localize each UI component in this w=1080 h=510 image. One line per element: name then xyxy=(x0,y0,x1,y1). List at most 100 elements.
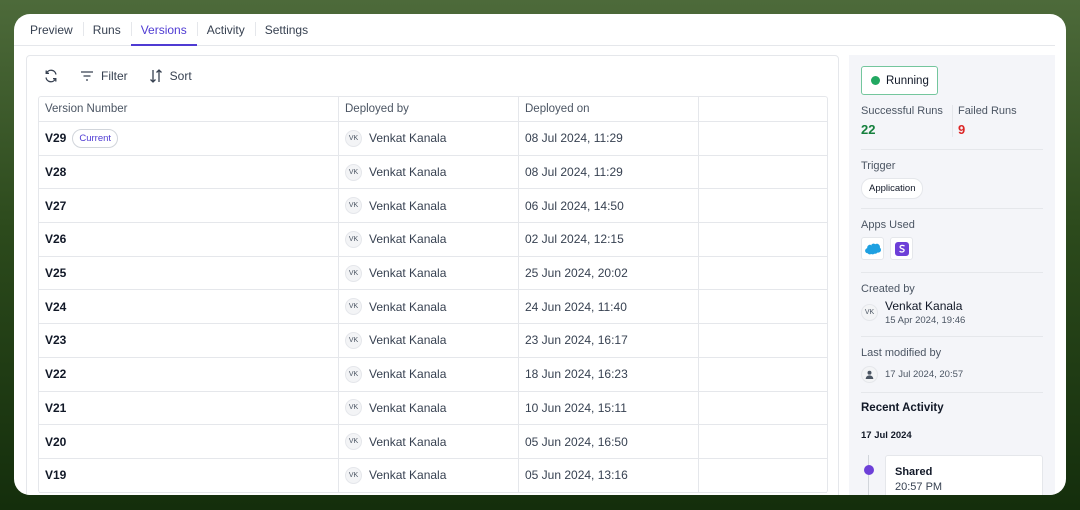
column-header-empty xyxy=(699,97,827,121)
avatar: VK xyxy=(345,433,362,451)
deployed-on-cell: 08 Jul 2024, 11:29 xyxy=(519,122,699,155)
activity-event-card[interactable]: Shared 20:57 PM xyxy=(885,455,1043,495)
actions-cell xyxy=(699,290,827,323)
deployed-on-cell: 02 Jul 2024, 12:15 xyxy=(519,223,699,256)
deployed-by-cell: VK Venkat Kanala xyxy=(339,223,519,256)
s-app[interactable] xyxy=(890,237,913,260)
running-status-icon xyxy=(871,76,880,85)
version-number: V29 xyxy=(45,131,67,146)
tab-versions[interactable]: Versions xyxy=(130,14,197,46)
user-icon xyxy=(865,370,874,379)
version-number: V21 xyxy=(45,400,67,415)
deployed-by-name: Venkat Kanala xyxy=(369,165,447,180)
version-cell: V25 xyxy=(39,256,339,290)
actions-cell xyxy=(699,358,827,391)
version-cell: V26 xyxy=(39,223,339,256)
successful-runs-count: 22 xyxy=(861,122,876,137)
runs-summary: Successful Runs 22 Failed Runs 9 xyxy=(861,105,1043,137)
version-number: V28 xyxy=(45,165,67,180)
deployed-by-cell: VK Venkat Kanala xyxy=(339,324,519,357)
table-row[interactable]: V23 VK Venkat Kanala 23 Jun 2024, 16:17 xyxy=(39,324,827,358)
versions-table: Version Number Deployed by Deployed on V… xyxy=(38,96,828,493)
deployed-on-date: 06 Jul 2024, 14:50 xyxy=(525,198,624,213)
actions-cell xyxy=(699,156,827,189)
avatar: VK xyxy=(345,163,362,181)
tab-preview[interactable]: Preview xyxy=(20,14,83,45)
timeline-line xyxy=(868,455,869,495)
version-cell: V27 xyxy=(39,189,339,223)
avatar: VK xyxy=(345,331,362,349)
version-cell: V21 xyxy=(39,391,339,425)
deployed-on-cell: 24 Jun 2024, 11:40 xyxy=(519,290,699,324)
avatar: VK xyxy=(345,129,362,147)
trigger-label: Trigger xyxy=(861,160,896,172)
tab-settings[interactable]: Settings xyxy=(254,14,318,45)
deployed-on-date: 23 Jun 2024, 16:17 xyxy=(525,333,628,348)
deployed-by-name: Venkat Kanala xyxy=(369,131,447,146)
actions-cell xyxy=(699,392,827,425)
avatar: VK xyxy=(345,466,362,484)
table-row[interactable]: V21 VK Venkat Kanala 10 Jun 2024, 15:11 xyxy=(39,391,827,426)
last-modified-section: Last modified by 17 Jul 2024, 20:57 xyxy=(861,347,1043,383)
divider xyxy=(861,336,1043,337)
table-row[interactable]: V29 Current VK Venkat Kanala 08 Jul 2024,… xyxy=(39,122,827,156)
table-row[interactable]: V22 VK Venkat Kanala 18 Jun 2024, 16:23 xyxy=(39,357,827,392)
deployed-on-cell: 18 Jun 2024, 16:23 xyxy=(519,357,699,391)
table-row[interactable]: V24 VK Venkat Kanala 24 Jun 2024, 11:40 xyxy=(39,290,827,325)
deployed-on-date: 05 Jun 2024, 13:16 xyxy=(525,468,628,483)
table-row[interactable]: V28 VK Venkat Kanala 08 Jul 2024, 11:29 xyxy=(39,155,827,190)
column-header-version[interactable]: Version Number xyxy=(39,97,339,121)
version-cell: V24 xyxy=(39,290,339,324)
filter-button[interactable]: Filter xyxy=(79,68,128,84)
tab-runs[interactable]: Runs xyxy=(82,14,131,45)
avatar: VK xyxy=(345,298,362,316)
version-cell: V23 xyxy=(39,324,339,357)
deployed-by-cell: VK Venkat Kanala xyxy=(339,122,519,155)
table-header: Version Number Deployed by Deployed on xyxy=(39,97,827,122)
table-row[interactable]: V26 VK Venkat Kanala 02 Jul 2024, 12:15 xyxy=(39,223,827,257)
deployed-by-name: Venkat Kanala xyxy=(369,468,447,483)
deployed-by-cell: VK Venkat Kanala xyxy=(339,357,519,391)
sort-label: Sort xyxy=(169,69,192,83)
deployed-by-cell: VK Venkat Kanala xyxy=(339,155,519,189)
deployed-on-cell: 05 Jun 2024, 13:16 xyxy=(519,458,699,492)
refresh-button[interactable] xyxy=(43,68,59,84)
sort-button[interactable]: Sort xyxy=(148,68,192,84)
last-modified-label: Last modified by xyxy=(861,347,942,359)
tab-bar: Preview Runs Versions Activity Settings xyxy=(14,14,1055,46)
table-row[interactable]: V20 VK Venkat Kanala 05 Jun 2024, 16:50 xyxy=(39,425,827,459)
deployed-on-cell: 08 Jul 2024, 11:29 xyxy=(519,155,699,189)
deployed-by-cell: VK Venkat Kanala xyxy=(339,189,519,223)
actions-cell xyxy=(699,459,827,492)
last-modified-date: 17 Jul 2024, 20:57 xyxy=(885,369,964,380)
tab-activity[interactable]: Activity xyxy=(196,14,255,45)
table-row[interactable]: V25 VK Venkat Kanala 25 Jun 2024, 20:02 xyxy=(39,256,827,291)
version-cell: V20 xyxy=(39,425,339,458)
deployed-by-name: Venkat Kanala xyxy=(369,400,447,415)
trigger-chip: Application xyxy=(861,178,924,199)
version-number: V27 xyxy=(45,198,67,213)
deployed-by-cell: VK Venkat Kanala xyxy=(339,458,519,492)
avatar: VK xyxy=(345,399,362,417)
status-label: Running xyxy=(886,74,929,87)
divider xyxy=(861,208,1043,209)
status-badge: Running xyxy=(861,66,938,95)
avatar: VK xyxy=(345,365,362,383)
successful-runs-label: Successful Runs xyxy=(861,105,943,117)
table-row[interactable]: V27 VK Venkat Kanala 06 Jul 2024, 14:50 xyxy=(39,189,827,224)
created-by-name: Venkat Kanala xyxy=(885,299,963,313)
salesforce-app[interactable] xyxy=(861,237,884,260)
filter-label: Filter xyxy=(101,69,128,83)
deployed-on-date: 08 Jul 2024, 11:29 xyxy=(525,131,623,146)
deployed-by-name: Venkat Kanala xyxy=(369,266,447,281)
deployed-on-date: 10 Jun 2024, 15:11 xyxy=(525,400,627,415)
deployed-by-cell: VK Venkat Kanala xyxy=(339,425,519,458)
column-header-deployed-on[interactable]: Deployed on xyxy=(519,97,699,121)
table-row[interactable]: V19 VK Venkat Kanala 05 Jun 2024, 13:16 xyxy=(39,458,827,493)
version-number: V19 xyxy=(45,468,67,483)
recent-activity-section: Recent Activity 17 Jul 2024 xyxy=(861,402,1043,441)
deployed-by-cell: VK Venkat Kanala xyxy=(339,290,519,324)
column-header-deployed-by[interactable]: Deployed by xyxy=(339,97,519,121)
avatar: VK xyxy=(861,304,878,321)
deployed-on-date: 25 Jun 2024, 20:02 xyxy=(525,266,628,281)
